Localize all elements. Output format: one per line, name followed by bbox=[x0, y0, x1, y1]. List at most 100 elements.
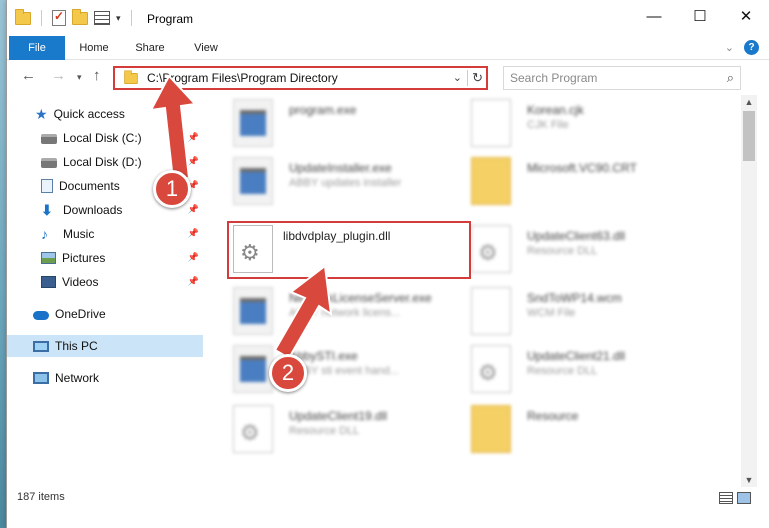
sidebar-item-label: Local Disk (C:) bbox=[63, 131, 142, 145]
file-item[interactable]: Resource bbox=[471, 401, 706, 457]
exe-file-icon bbox=[233, 287, 273, 335]
item-count: 187 items bbox=[17, 491, 65, 503]
pin-icon[interactable]: 📌 bbox=[188, 252, 199, 263]
ribbon-controls: ⌄ ? bbox=[725, 40, 759, 55]
file-description: Resource DLL bbox=[527, 245, 598, 257]
properties-icon[interactable] bbox=[52, 9, 66, 26]
document-file-icon bbox=[471, 287, 511, 335]
network-icon bbox=[33, 372, 49, 384]
drive-icon bbox=[41, 158, 57, 168]
sidebar-item-label: Pictures bbox=[62, 251, 106, 265]
file-name: UpdateInstaller.exe bbox=[289, 161, 392, 175]
file-item[interactable]: UpdateClient63.dll Resource DLL bbox=[471, 221, 706, 277]
file-name: UpdateClient21.dll bbox=[527, 349, 626, 363]
sidebar-item-network[interactable]: Network bbox=[7, 367, 203, 389]
refresh-icon[interactable]: ↻ bbox=[467, 70, 483, 86]
file-item[interactable]: program.exe bbox=[233, 95, 468, 151]
toolbar-divider bbox=[41, 10, 42, 26]
tab-file[interactable]: File bbox=[9, 36, 65, 60]
pin-icon[interactable]: 📌 bbox=[188, 204, 199, 215]
minimize-button[interactable]: — bbox=[631, 0, 677, 32]
navigation-bar: ← → ▾ ↑ C:\Program Files\Program Directo… bbox=[7, 61, 769, 94]
file-name: UpdateClient63.dll bbox=[527, 229, 626, 243]
pin-icon[interactable]: 📌 bbox=[188, 276, 199, 287]
sidebar-item-label: Videos bbox=[62, 275, 99, 289]
tab-view[interactable]: View bbox=[181, 36, 231, 60]
sidebar-item-label: OneDrive bbox=[55, 307, 106, 321]
sidebar-item-label: Quick access bbox=[53, 107, 125, 121]
tab-home[interactable]: Home bbox=[69, 36, 119, 60]
pin-icon[interactable]: 📌 bbox=[188, 228, 199, 239]
file-name: program.exe bbox=[289, 103, 357, 117]
scroll-up-icon[interactable]: ▲ bbox=[741, 95, 757, 109]
star-icon: ★ bbox=[35, 106, 48, 122]
sidebar-item-onedrive[interactable]: OneDrive bbox=[7, 303, 203, 325]
chevron-down-icon[interactable]: ▾ bbox=[116, 13, 121, 24]
close-button[interactable]: ✕ bbox=[723, 0, 769, 32]
sidebar-item-pictures[interactable]: Pictures 📌 bbox=[7, 247, 203, 269]
scroll-thumb[interactable] bbox=[743, 111, 755, 161]
scroll-down-icon[interactable]: ▼ bbox=[741, 473, 757, 487]
sidebar-item-music[interactable]: ♪ Music 📌 bbox=[7, 223, 203, 245]
tab-share[interactable]: Share bbox=[125, 36, 175, 60]
drive-icon bbox=[41, 134, 57, 144]
sidebar-item-videos[interactable]: Videos 📌 bbox=[7, 271, 203, 293]
file-name: Microsoft.VC90.CRT bbox=[527, 161, 637, 175]
help-icon[interactable]: ? bbox=[744, 40, 759, 55]
quick-access-toolbar: ▾ bbox=[15, 8, 136, 26]
videos-icon bbox=[41, 276, 56, 288]
file-item[interactable]: UpdateClient19.dll Resource DLL bbox=[233, 401, 468, 457]
up-arrow-icon[interactable]: ↑ bbox=[93, 67, 101, 84]
onedrive-icon bbox=[33, 311, 49, 320]
recent-locations-icon[interactable]: ▾ bbox=[77, 72, 82, 83]
file-description: Resource DLL bbox=[289, 425, 360, 437]
back-arrow-icon[interactable]: ← bbox=[21, 67, 36, 84]
search-box[interactable]: Search Program ⌕ bbox=[503, 66, 741, 90]
this-pc-icon bbox=[33, 340, 49, 352]
forward-arrow-icon[interactable]: → bbox=[51, 67, 66, 84]
new-folder-icon[interactable] bbox=[72, 8, 88, 25]
file-name: SndToWP14.wcm bbox=[527, 291, 622, 305]
status-bar: 187 items bbox=[7, 487, 769, 509]
downloads-icon: ⬇ bbox=[41, 202, 53, 218]
window-title: Program bbox=[147, 12, 194, 26]
window-controls: — ☐ ✕ bbox=[631, 0, 769, 32]
file-name: Korean.cjk bbox=[527, 103, 584, 117]
view-options-icon[interactable] bbox=[94, 11, 110, 25]
sidebar-item-label: This PC bbox=[55, 339, 98, 353]
folder-icon bbox=[15, 8, 31, 25]
explorer-window: ▾ Program — ☐ ✕ File Home Share View ⌄ ?… bbox=[6, 0, 769, 528]
step-badge-1: 1 bbox=[153, 170, 191, 208]
vertical-scrollbar[interactable]: ▲ ▼ bbox=[741, 95, 757, 487]
dll-file-icon bbox=[471, 225, 511, 273]
step-badge-2: 2 bbox=[269, 354, 307, 392]
file-description: WCM File bbox=[527, 307, 576, 319]
exe-file-icon bbox=[233, 345, 273, 393]
search-icon[interactable]: ⌕ bbox=[727, 70, 734, 86]
exe-file-icon bbox=[233, 157, 273, 205]
pictures-icon bbox=[41, 252, 56, 264]
dll-file-icon bbox=[233, 405, 273, 453]
music-icon: ♪ bbox=[41, 226, 48, 242]
title-bar: ▾ Program — ☐ ✕ bbox=[7, 0, 769, 38]
folder-icon bbox=[471, 157, 511, 205]
sidebar-item-label: Local Disk (D:) bbox=[63, 155, 142, 169]
details-view-icon[interactable] bbox=[719, 492, 733, 504]
file-description: Resource DLL bbox=[527, 365, 598, 377]
maximize-button[interactable]: ☐ bbox=[677, 0, 723, 32]
search-input[interactable]: Search Program bbox=[510, 71, 597, 85]
file-description: CJK File bbox=[527, 119, 569, 131]
expand-ribbon-icon[interactable]: ⌄ bbox=[725, 41, 734, 54]
exe-file-icon bbox=[233, 99, 273, 147]
file-item[interactable]: Microsoft.VC90.CRT bbox=[471, 153, 706, 209]
large-icons-view-icon[interactable] bbox=[737, 492, 751, 504]
sidebar-item-label: Network bbox=[55, 371, 100, 385]
toolbar-divider bbox=[130, 10, 132, 26]
sidebar-item-this-pc[interactable]: This PC bbox=[7, 335, 203, 357]
folder-icon bbox=[471, 405, 511, 453]
chevron-down-icon[interactable]: ⌄ bbox=[453, 71, 462, 84]
file-item[interactable]: Korean.cjk CJK File bbox=[471, 95, 706, 151]
file-item[interactable]: UpdateInstaller.exe ABBY updates install… bbox=[233, 153, 468, 209]
file-item[interactable]: SndToWP14.wcm WCM File bbox=[471, 283, 706, 339]
file-item[interactable]: UpdateClient21.dll Resource DLL bbox=[471, 341, 706, 397]
